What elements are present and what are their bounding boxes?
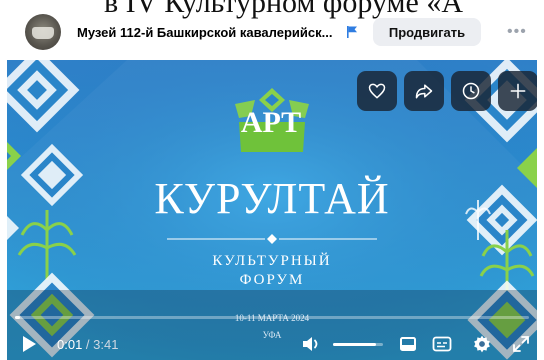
volume-level <box>333 343 376 346</box>
current-time: 0:01 <box>57 337 83 352</box>
fullscreen-icon[interactable] <box>512 335 530 353</box>
share-button[interactable] <box>404 71 444 111</box>
progress-bar[interactable] <box>15 316 529 319</box>
plus-icon <box>510 83 526 99</box>
settings-icon[interactable] <box>472 334 492 354</box>
art-logo-text: АРТ <box>240 106 302 139</box>
time-separator: / <box>82 337 94 352</box>
time-display: 0:01 / 3:41 <box>57 337 118 352</box>
heart-icon <box>368 83 386 99</box>
duration: 3:41 <box>93 337 119 352</box>
video-subtitle-line2: ФОРУМ <box>239 272 305 288</box>
share-icon <box>415 84 433 99</box>
video-title-text: КУРУЛТАЙ <box>154 174 390 223</box>
volume-icon[interactable] <box>301 335 323 353</box>
watch-later-button[interactable] <box>451 71 491 111</box>
video-header: Музей 112-й Башкирской кавалерийск... Пр… <box>0 14 544 50</box>
volume-slider[interactable] <box>333 343 383 346</box>
more-options-icon[interactable]: ••• <box>507 23 527 41</box>
miniplayer-icon[interactable] <box>399 335 417 353</box>
like-button[interactable] <box>357 71 397 111</box>
flag-icon <box>347 26 357 38</box>
promote-button[interactable]: Продвигать <box>373 18 481 46</box>
video-player[interactable]: АРТ КУРУЛТАЙ КУЛЬТУРНЫЙ ФОРУМ 10-11 МАРТ… <box>7 60 537 360</box>
progress-fill <box>15 316 21 319</box>
video-subtitle-line1: КУЛЬТУРНЫЙ <box>212 253 332 269</box>
subtitles-icon[interactable] <box>432 335 452 353</box>
play-icon[interactable] <box>21 335 37 353</box>
add-button[interactable] <box>498 71 537 111</box>
channel-avatar[interactable] <box>25 14 61 50</box>
channel-name[interactable]: Музей 112-й Башкирской кавалерийск... <box>77 25 332 40</box>
clock-icon <box>462 82 480 100</box>
